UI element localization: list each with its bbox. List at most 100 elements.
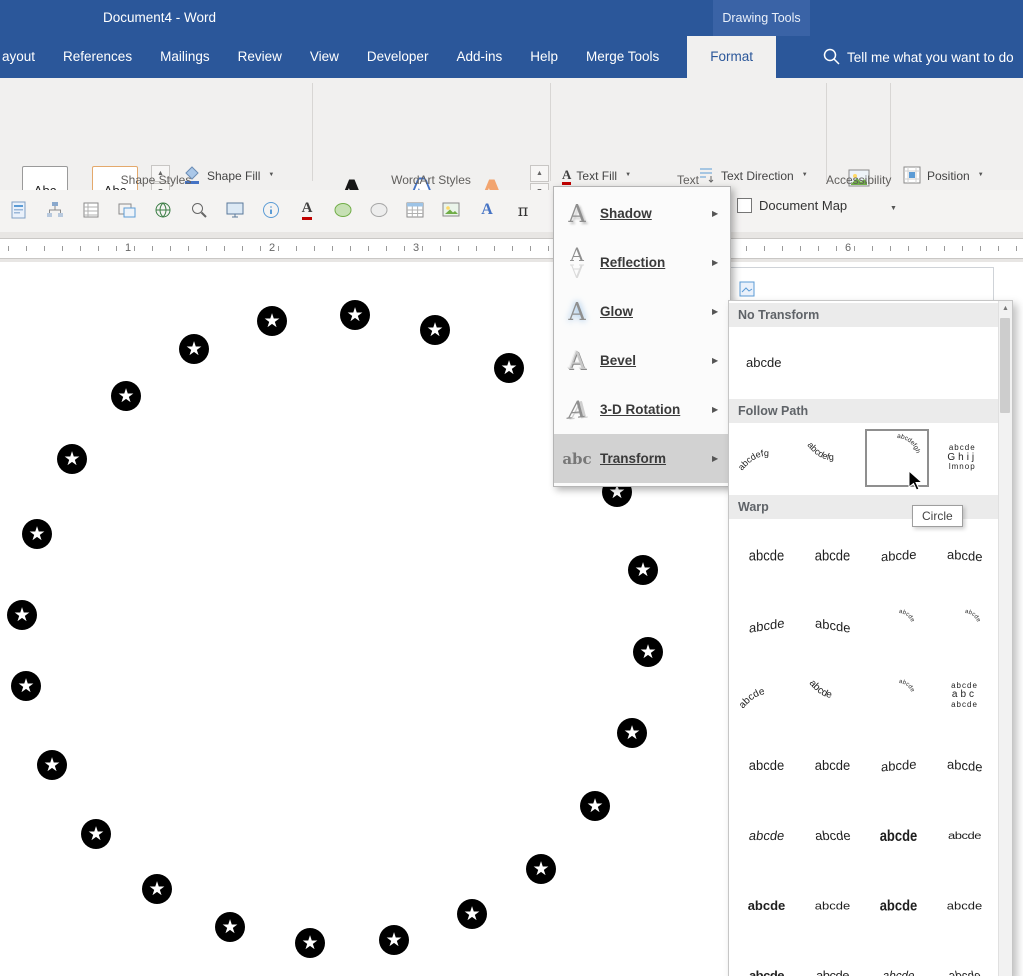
document-map-checkbox[interactable] — [737, 198, 752, 213]
transform-option-inflate-bottom[interactable]: abcde — [734, 871, 799, 940]
web-link-icon[interactable] — [150, 197, 176, 223]
document-properties-icon[interactable] — [6, 197, 32, 223]
picture-icon[interactable] — [438, 197, 464, 223]
star-shape[interactable] — [295, 928, 325, 958]
transform-option-can-down[interactable]: abcde — [800, 731, 865, 800]
transform-option-ring-inside[interactable]: abcde — [866, 591, 931, 660]
info-circle-icon[interactable] — [258, 197, 284, 223]
star-shape[interactable] — [81, 819, 111, 849]
menu-item-shadow[interactable]: Shadow — [554, 189, 730, 238]
star-shape[interactable] — [617, 718, 647, 748]
document-map-toggle[interactable]: Document Map — [737, 198, 847, 213]
tab-mailings[interactable]: Mailings — [160, 36, 210, 78]
transform-option-button[interactable]: abcde Ghij lmnop — [930, 429, 995, 487]
tab-format[interactable]: Format — [687, 36, 777, 78]
scroll-up-icon[interactable] — [999, 301, 1012, 316]
star-shape[interactable] — [111, 381, 141, 411]
star-shape[interactable] — [457, 899, 487, 929]
transform-option-slant-up[interactable]: abcde — [734, 591, 799, 660]
star-shape[interactable] — [633, 637, 663, 667]
transform-option-deflate-top[interactable]: abcde — [932, 871, 997, 940]
org-chart-icon[interactable] — [42, 197, 68, 223]
tab-help[interactable]: Help — [530, 36, 558, 78]
transform-option-inflate-top[interactable]: abcde — [866, 871, 931, 940]
star-shape[interactable] — [628, 555, 658, 585]
transform-option-arch-up[interactable]: abcdefg — [734, 429, 798, 487]
green-shape-icon[interactable] — [330, 197, 356, 223]
star-shape[interactable] — [57, 444, 87, 474]
transform-option-wave-1[interactable]: abcde — [866, 731, 931, 800]
menu-item-transform[interactable]: Transform — [554, 434, 730, 483]
transform-option-plain[interactable]: abcde — [734, 333, 798, 391]
star-shape[interactable] — [526, 854, 556, 884]
scroll-thumb[interactable] — [1000, 318, 1010, 413]
ruler[interactable]: 1 2 3 6 — [0, 232, 1023, 262]
insert-frame-icon[interactable] — [114, 197, 140, 223]
tab-view[interactable]: View — [310, 36, 339, 78]
search-icon[interactable] — [186, 197, 212, 223]
transform-option-chevron-down[interactable]: abcde — [932, 521, 997, 590]
svg-text:abcde: abcde — [964, 608, 981, 623]
transform-option-arch-down[interactable]: abcdefg — [799, 429, 863, 487]
menu-item-bevel[interactable]: Bevel — [554, 336, 730, 385]
tab-review[interactable]: Review — [238, 36, 282, 78]
star-shape[interactable] — [257, 306, 287, 336]
flyout-scrollbar[interactable] — [998, 301, 1012, 976]
star-shape[interactable] — [142, 874, 172, 904]
insert-table-icon[interactable] — [402, 197, 428, 223]
transform-option-inflate[interactable]: abcde — [866, 801, 931, 870]
transform-option-can-up[interactable]: abcde — [734, 731, 799, 800]
star-shape[interactable] — [11, 671, 41, 701]
tab-references[interactable]: References — [63, 36, 132, 78]
tab-ayout[interactable]: ayout — [2, 36, 35, 78]
gray-shape-icon[interactable] — [366, 197, 392, 223]
tab-merge-tools[interactable]: Merge Tools — [586, 36, 659, 78]
star-shape[interactable] — [179, 334, 209, 364]
star-shape[interactable] — [420, 315, 450, 345]
transform-option-fade-left[interactable]: abcde — [932, 941, 997, 976]
star-shape[interactable] — [215, 912, 245, 942]
transform-option-curve-down[interactable]: abcde — [800, 661, 865, 730]
transform-option-fade-right[interactable]: abcde — [866, 941, 931, 976]
position-button[interactable]: Position — [896, 163, 990, 189]
star-shape[interactable] — [7, 600, 37, 630]
monitor-icon[interactable] — [222, 197, 248, 223]
menu-item-3-d-rotation[interactable]: 3-D Rotation — [554, 385, 730, 434]
list-table-icon[interactable] — [78, 197, 104, 223]
transform-option-deflate-bottom[interactable]: abcde — [800, 871, 865, 940]
wordart-icon[interactable]: A — [474, 197, 500, 223]
transform-option-circle-pour[interactable]: abcde — [866, 661, 931, 730]
font-color-icon[interactable]: A — [294, 197, 320, 223]
pi-icon[interactable]: π — [510, 197, 536, 223]
menu-item-glow[interactable]: Glow — [554, 287, 730, 336]
transform-option-ring-outside[interactable]: abcde — [932, 591, 997, 660]
star-shape[interactable] — [37, 750, 67, 780]
transform-option-double-wave-2[interactable]: abcde — [800, 801, 865, 870]
tell-me-box[interactable]: Tell me what you want to do — [818, 36, 1023, 78]
star-shape[interactable] — [494, 353, 524, 383]
transform-option-deflate-inflate[interactable]: abcde — [734, 941, 799, 976]
transform-option-deflate-inflate-deflate[interactable]: abcde — [800, 941, 865, 976]
transform-option-double-wave-1[interactable]: abcde — [734, 801, 799, 870]
star-shape[interactable] — [580, 791, 610, 821]
star-shape[interactable] — [22, 519, 52, 549]
tab-add-ins[interactable]: Add-ins — [456, 36, 502, 78]
transform-option-circle[interactable]: abcdefgh — [865, 429, 929, 487]
svg-text:abcdefgh: abcdefgh — [897, 433, 922, 455]
transform-option-deflate[interactable]: abcde — [932, 801, 997, 870]
menu-item-reflection[interactable]: Reflection — [554, 238, 730, 287]
document-map-dropdown-icon[interactable] — [890, 205, 897, 212]
transform-option-chevron-up[interactable]: abcde — [866, 521, 931, 590]
star-shape[interactable] — [340, 300, 370, 330]
ribbon: Abc Abc Shape Fill Shape Outline Shape E… — [0, 78, 1023, 243]
transform-option-slant-down[interactable]: abcde — [800, 591, 865, 660]
tab-developer[interactable]: Developer — [367, 36, 429, 78]
transform-option-triangle-up[interactable]: abcde — [734, 521, 799, 590]
preview-text: abcde — [946, 899, 983, 912]
transform-option-triangle-down[interactable]: abcde — [800, 521, 865, 590]
transform-option-curve-up[interactable]: abcde — [734, 661, 799, 730]
ruler-number: 3 — [412, 242, 420, 254]
transform-option-wave-2[interactable]: abcde — [932, 731, 997, 800]
transform-option-button-pour[interactable]: abcde abc abcde — [932, 661, 997, 730]
star-shape[interactable] — [379, 925, 409, 955]
